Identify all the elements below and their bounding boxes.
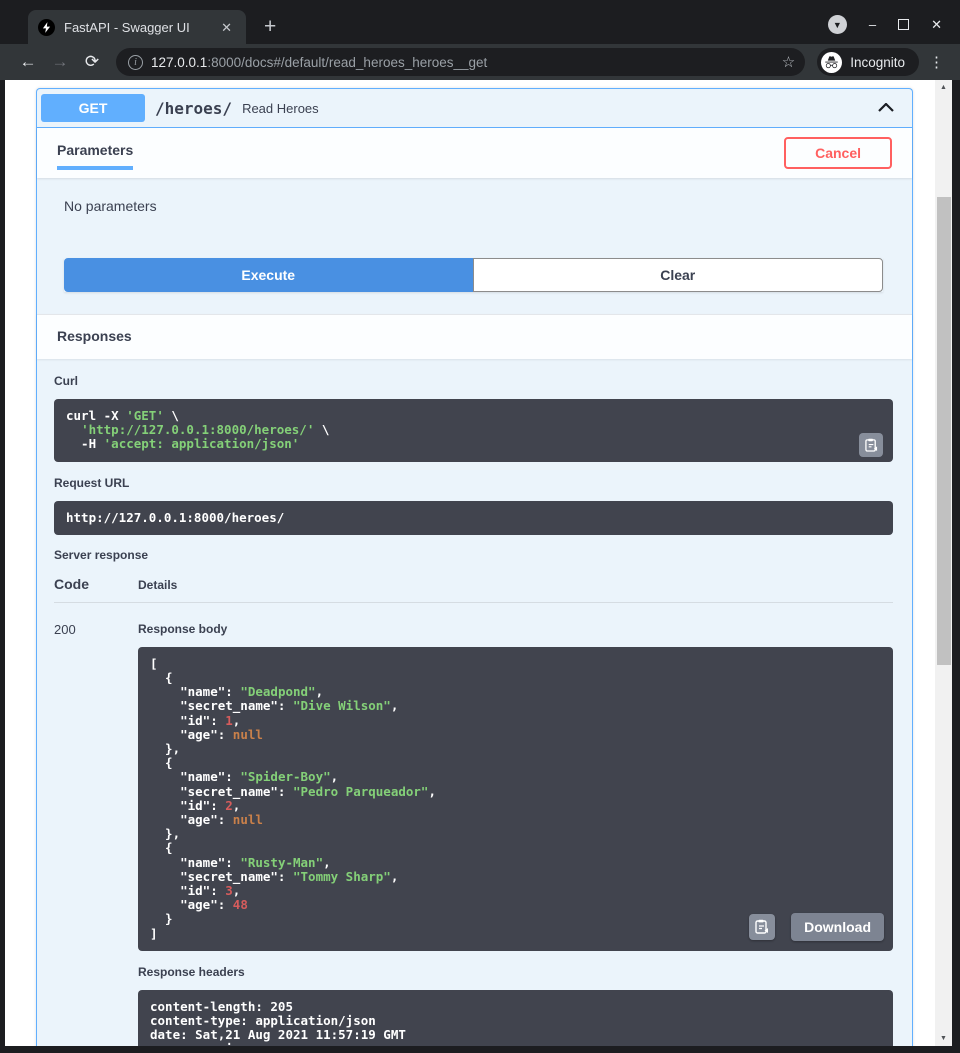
url-text: 127.0.0.1:8000/docs#/default/read_heroes… <box>151 55 774 70</box>
incognito-badge: Incognito <box>817 48 919 76</box>
forward-icon[interactable]: → <box>46 48 74 76</box>
scrollbar-down-icon[interactable]: ▼ <box>935 1031 952 1046</box>
parameters-header: Parameters Cancel <box>37 128 912 178</box>
responses-header: Responses <box>37 314 912 359</box>
response-headers-label: Response headers <box>138 965 893 979</box>
back-icon[interactable]: ← <box>14 48 42 76</box>
reload-icon[interactable]: ⟳ <box>78 48 106 76</box>
url-bar[interactable]: i 127.0.0.1:8000/docs#/default/read_hero… <box>116 48 805 76</box>
execute-button[interactable]: Execute <box>64 258 473 292</box>
endpoint-summary: Read Heroes <box>242 101 319 116</box>
maximize-icon[interactable] <box>898 19 909 30</box>
response-headers-value: content-length: 205content-type: applica… <box>138 990 893 1046</box>
response-row: 200 Response body [ { "name": "Deadpond"… <box>54 603 893 1046</box>
url-host: 127.0.0.1 <box>151 55 207 70</box>
no-parameters-text: No parameters <box>64 198 892 214</box>
curl-command: curl -X 'GET' \ 'http://127.0.0.1:8000/h… <box>54 399 893 462</box>
window-right-edge <box>952 80 960 1046</box>
tab-close-icon[interactable]: ✕ <box>217 19 236 36</box>
new-tab-button[interactable]: + <box>258 15 282 39</box>
window-bottom-edge <box>0 1046 960 1053</box>
fastapi-favicon-icon <box>38 19 55 36</box>
collapse-chevron-icon[interactable] <box>870 95 902 121</box>
incognito-icon <box>821 52 842 73</box>
copy-response-button[interactable] <box>749 914 775 940</box>
bookmark-star-icon[interactable]: ☆ <box>782 53 795 71</box>
clear-button[interactable]: Clear <box>473 258 884 292</box>
page-area: GET /heroes/ Read Heroes Parameters Canc… <box>0 80 960 1046</box>
tab-parameters[interactable]: Parameters <box>57 136 133 170</box>
code-column-header: Code <box>54 576 138 592</box>
opblock-summary[interactable]: GET /heroes/ Read Heroes <box>37 89 912 128</box>
window-controls: ▼ – ✕ <box>828 15 942 34</box>
download-button[interactable]: Download <box>791 913 884 941</box>
cancel-button[interactable]: Cancel <box>784 137 892 169</box>
curl-label: Curl <box>54 374 893 388</box>
scrollbar-thumb[interactable] <box>937 197 951 665</box>
tab-search-icon[interactable]: ▼ <box>828 15 847 34</box>
tab-strip: FastAPI - Swagger UI ✕ + ▼ – ✕ <box>0 0 960 44</box>
opblock-get-heroes: GET /heroes/ Read Heroes Parameters Canc… <box>36 88 913 1046</box>
response-body-json: [ { "name": "Deadpond", "secret_name": "… <box>138 647 893 951</box>
close-window-icon[interactable]: ✕ <box>931 18 942 31</box>
browser-tab[interactable]: FastAPI - Swagger UI ✕ <box>28 10 246 44</box>
server-response-label: Server response <box>54 548 893 562</box>
page-info-icon[interactable]: i <box>128 55 143 70</box>
status-code: 200 <box>54 622 138 1046</box>
responses-body: Curl curl -X 'GET' \ 'http://127.0.0.1:8… <box>37 359 912 1046</box>
details-column-header: Details <box>138 578 177 592</box>
tab-title: FastAPI - Swagger UI <box>64 20 208 35</box>
scrollbar-up-icon[interactable]: ▲ <box>935 80 952 95</box>
method-badge: GET <box>41 94 145 122</box>
menu-kebab-icon[interactable]: ⋮ <box>923 53 950 71</box>
incognito-label: Incognito <box>850 55 905 70</box>
copy-curl-button[interactable] <box>859 433 883 457</box>
minimize-icon[interactable]: – <box>869 18 876 31</box>
browser-window: FastAPI - Swagger UI ✕ + ▼ – ✕ ← → ⟳ i 1… <box>0 0 960 1053</box>
page-scrollbar[interactable]: ▲ ▼ <box>935 80 952 1046</box>
request-url-value: http://127.0.0.1:8000/heroes/ <box>54 501 893 535</box>
responses-title: Responses <box>57 328 132 344</box>
swagger-content: GET /heroes/ Read Heroes Parameters Canc… <box>5 80 935 1046</box>
response-details: Response body [ { "name": "Deadpond", "s… <box>138 622 893 1046</box>
execute-row: Execute Clear <box>64 258 883 292</box>
endpoint-path: /heroes/ <box>155 99 232 118</box>
request-url-label: Request URL <box>54 476 893 490</box>
browser-toolbar: ← → ⟳ i 127.0.0.1:8000/docs#/default/rea… <box>0 44 960 80</box>
response-table-header: Code Details <box>54 576 893 603</box>
response-body-label: Response body <box>138 622 893 636</box>
parameters-body: No parameters Execute Clear <box>37 178 912 314</box>
url-path: :8000/docs#/default/read_heroes_heroes__… <box>207 55 487 70</box>
